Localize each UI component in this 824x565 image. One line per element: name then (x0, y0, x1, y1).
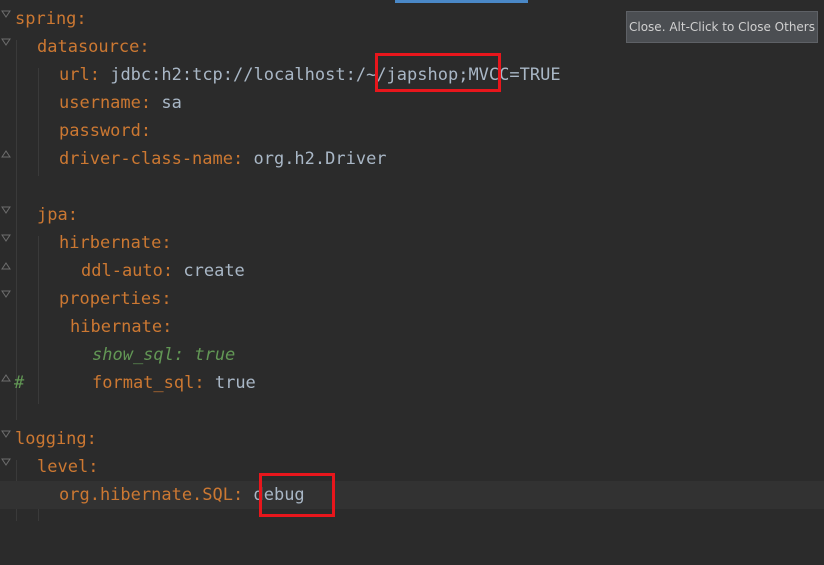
yaml-key-hibernate: hibernate (70, 317, 163, 337)
yaml-key-org-hibernate-sql: org.hibernate.SQL (59, 485, 233, 505)
commented-show-sql: show_sql: true (92, 345, 236, 365)
active-tab-indicator (395, 0, 528, 3)
yaml-key-logging: logging (15, 429, 87, 449)
yaml-key-jpa: jpa (37, 205, 68, 225)
yaml-editor[interactable]: spring: datasource: url: jdbc:h2:tcp://l… (0, 0, 824, 521)
yaml-key-properties: properties (59, 289, 162, 309)
code-line[interactable]: properties: (0, 285, 824, 313)
code-line[interactable]: logging: (0, 425, 824, 453)
driver-value: org.h2.Driver (253, 149, 387, 169)
username-value: sa (161, 93, 182, 113)
yaml-key-spring: spring (15, 9, 77, 29)
code-line[interactable]: hirbernate: (0, 229, 824, 257)
close-tab-tooltip: Close. Alt-Click to Close Others (626, 11, 818, 43)
highlight-box-debug (259, 473, 335, 517)
yaml-key-level: level (37, 457, 89, 477)
code-line[interactable]: hibernate: (0, 313, 824, 341)
code-line[interactable]: jpa: (0, 201, 824, 229)
yaml-key-ddl-auto: ddl-auto (81, 261, 163, 281)
code-line[interactable]: username: sa (0, 89, 824, 117)
code-line[interactable]: password: (0, 117, 824, 145)
yaml-key-url: url (59, 65, 90, 85)
code-line[interactable]: # show_sql: true (0, 341, 824, 393)
url-value-prefix: jdbc:h2:tcp://localhost: (110, 65, 356, 85)
yaml-key-format-sql: format_sql (92, 373, 195, 393)
ddl-auto-value: create (183, 261, 245, 281)
yaml-key-hirbernate: hirbernate (59, 233, 162, 253)
yaml-key-username: username (59, 93, 141, 113)
code-line[interactable]: format_sql: true (0, 369, 824, 397)
yaml-key-password: password (59, 121, 141, 141)
yaml-key-driver-class-name: driver-class-name (59, 149, 233, 169)
yaml-key-datasource: datasource (37, 37, 140, 57)
code-line[interactable]: ddl-auto: create (0, 257, 824, 285)
highlight-box-url-path (375, 53, 501, 92)
format-sql-value: true (214, 373, 256, 393)
code-line[interactable]: level: (0, 453, 824, 481)
code-line-current[interactable]: org.hibernate.SQL: debug (0, 481, 824, 509)
code-line[interactable]: driver-class-name: org.h2.Driver (0, 145, 824, 173)
